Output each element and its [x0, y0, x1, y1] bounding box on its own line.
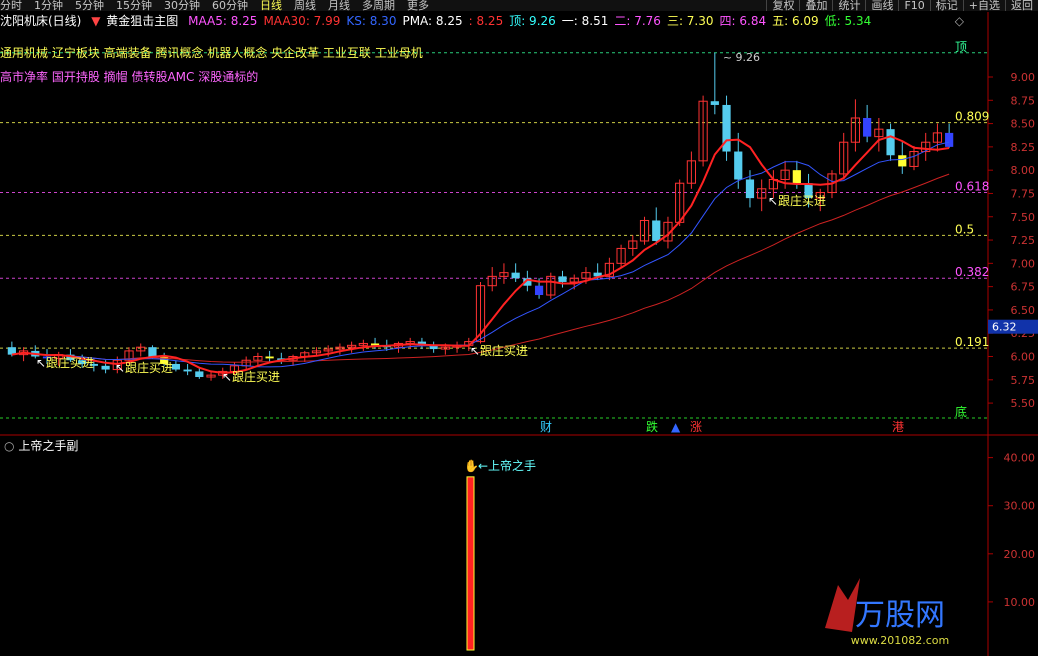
watermark-url: www.201082.com [851, 634, 949, 647]
current-price-label: 6.32 [992, 321, 1017, 334]
buy-arrow-icon: ↖ [115, 361, 125, 375]
candle-body[interactable] [183, 369, 192, 372]
candle-body[interactable] [265, 356, 274, 359]
candle-body[interactable] [710, 101, 719, 105]
fib-label-5: 0.191 [955, 335, 989, 349]
buy-arrow-icon: ↖ [36, 356, 46, 370]
buy-signal-label-2: 跟庄买进 [232, 369, 280, 384]
event-marker-2: ▲ [671, 420, 681, 434]
y-tick-label-14: 5.50 [1011, 397, 1036, 410]
buy-arrow-icon: ↖ [768, 194, 778, 208]
event-marker-3: 涨 [690, 419, 702, 434]
sub-y-tick-label-3: 10.00 [1004, 596, 1036, 609]
y-tick-label-12: 6.00 [1011, 351, 1036, 364]
fib-label-0: 顶 [955, 40, 967, 54]
buy-signal-label-3: 跟庄买进 [480, 343, 528, 358]
fib-label-3: 0.5 [955, 222, 974, 236]
candle-body[interactable] [534, 285, 544, 296]
y-tick-label-6: 7.50 [1011, 211, 1036, 224]
y-tick-label-0: 9.00 [1011, 71, 1036, 84]
hand-icon: ✋ [464, 459, 479, 473]
fib-label-2: 0.618 [955, 180, 989, 194]
kline-chart[interactable]: 9.00 8.75 8.50 8.25 8.00 7.75 7.50 7.25 7.00 6.75… [0, 0, 1038, 656]
y-tick-label-8: 7.00 [1011, 257, 1036, 270]
event-marker-1: 跌 [646, 419, 658, 434]
candle-body[interactable] [792, 170, 801, 184]
buy-signal-label-4: 跟庄买进 [778, 193, 826, 208]
candle-body[interactable] [734, 151, 743, 180]
y-tick-label-9: 6.75 [1011, 281, 1036, 294]
y-tick-label-10: 6.50 [1011, 304, 1036, 317]
fib-label-4: 0.382 [955, 265, 989, 279]
buy-signal-label-1: 跟庄买进 [125, 360, 173, 375]
fib-label-1: 0.809 [955, 110, 989, 124]
buy-arrow-icon: ↖ [222, 370, 232, 384]
sub-indicator-name[interactable]: 上帝之手副 [18, 439, 78, 453]
candle-body[interactable] [652, 220, 661, 241]
candle-body[interactable] [945, 132, 954, 147]
sub-y-tick-label-1: 30.00 [1004, 500, 1036, 513]
candle-body[interactable] [898, 155, 907, 167]
buy-arrow-icon: ↖ [470, 344, 480, 358]
y-tick-label-3: 8.25 [1011, 141, 1036, 154]
candle-body[interactable] [101, 365, 110, 370]
god-hand-bar[interactable] [466, 476, 475, 651]
circle-icon: ○ [4, 439, 15, 453]
watermark-brand: 万股网 [855, 598, 945, 633]
candle-body[interactable] [511, 272, 520, 279]
candle-body[interactable] [195, 371, 204, 378]
god-hand-label: ←上帝之手 [478, 458, 536, 473]
y-tick-label-2: 8.50 [1011, 118, 1036, 131]
buy-signal-label-0: 跟庄买进 [46, 355, 94, 370]
y-tick-label-5: 7.75 [1011, 187, 1036, 200]
peak-price-label: ~ 9.26 [723, 51, 760, 64]
fib-label-6: 底 [955, 404, 967, 419]
sub-chart-title: ○ 上帝之手副 [4, 437, 78, 454]
candle-body[interactable] [886, 129, 895, 156]
y-tick-label-1: 8.75 [1011, 94, 1036, 107]
y-tick-label-13: 5.75 [1011, 374, 1036, 387]
candle-body[interactable] [148, 347, 157, 357]
y-tick-label-7: 7.25 [1011, 234, 1036, 247]
candle-body[interactable] [863, 117, 872, 137]
event-marker-0: 财 [540, 420, 552, 434]
y-tick-label-4: 8.00 [1011, 164, 1036, 177]
sub-y-tick-label-2: 20.00 [1004, 548, 1036, 561]
event-marker-4: 港 [892, 420, 904, 434]
candle-body[interactable] [558, 276, 567, 282]
sub-y-tick-label-0: 40.00 [1004, 452, 1036, 465]
candle-body[interactable] [745, 179, 755, 199]
